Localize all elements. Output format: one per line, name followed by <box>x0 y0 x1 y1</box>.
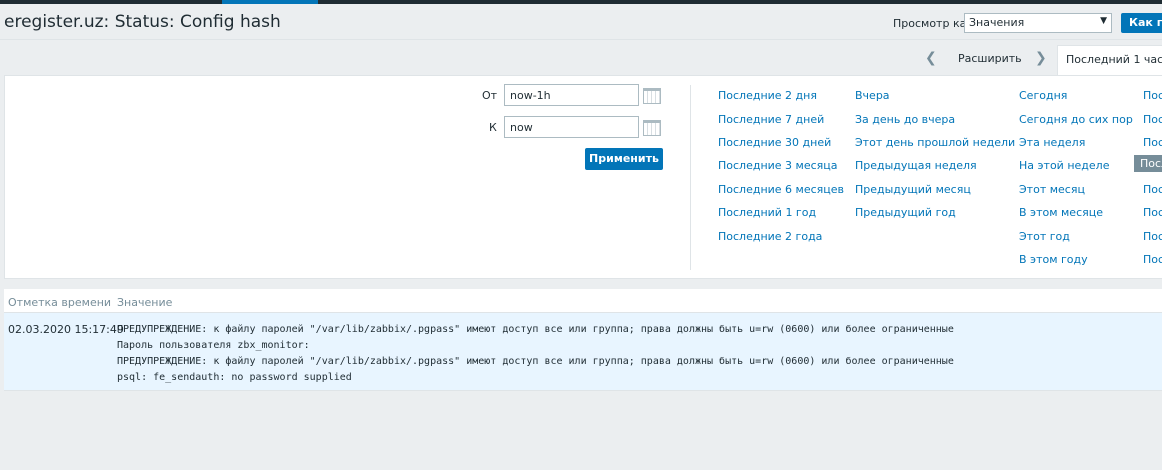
to-label: К <box>489 121 497 134</box>
value-line: ПРЕДУПРЕЖДЕНИЕ: к файлу паролей "/var/li… <box>117 356 954 367</box>
quick-range-link[interactable]: Последние 6 месяцев <box>718 183 844 196</box>
quick-range-link[interactable]: Посл <box>1143 230 1162 243</box>
quick-range-link[interactable]: В этом году <box>1019 253 1088 266</box>
quick-range-link[interactable]: Последний 1 год <box>718 206 816 219</box>
quick-range-link[interactable]: Последние 3 месяца <box>718 159 838 172</box>
chevron-right-icon[interactable]: ❯ <box>1035 50 1047 66</box>
from-label: От <box>482 89 498 102</box>
dropdown-arrow-icon: ▼ <box>1100 16 1107 26</box>
calendar-icon[interactable] <box>643 88 661 104</box>
value-cell: ПРЕДУПРЕЖДЕНИЕ: к файлу паролей "/var/li… <box>117 322 954 386</box>
quick-range-link[interactable]: Посл <box>1143 89 1162 102</box>
header-divider <box>0 39 1162 40</box>
quick-range-link[interactable]: Предыдущая неделя <box>855 159 977 172</box>
value-line: Пароль пользователя zbx_monitor: <box>117 340 310 351</box>
timestamp-cell: 02.03.2020 15:17:49 <box>8 323 124 336</box>
quick-range-link[interactable]: Последние 2 года <box>718 230 822 243</box>
view-as-label: Просмотр как <box>893 17 973 30</box>
quick-range-link[interactable]: Предыдущий год <box>855 206 956 219</box>
quick-range-link-selected[interactable]: Посл <box>1134 155 1162 172</box>
quick-range-link[interactable]: Вчера <box>855 89 890 102</box>
column-header-value: Значение <box>117 296 173 309</box>
chevron-left-icon[interactable]: ❮ <box>925 50 937 66</box>
from-input[interactable] <box>504 84 639 106</box>
time-period-tab[interactable]: Последний 1 час <box>1057 45 1162 76</box>
quick-range-link[interactable]: Последние 7 дней <box>718 113 824 126</box>
page-header: eregister.uz: Status: Config hash Просмо… <box>0 4 1162 40</box>
quick-range-link[interactable]: Посл <box>1143 113 1162 126</box>
quick-range-link[interactable]: Последние 2 дня <box>718 89 817 102</box>
quick-range-link[interactable]: Сегодня до сих пор <box>1019 113 1133 126</box>
zoom-out-button[interactable]: Расширить <box>958 52 1022 65</box>
quick-range-link[interactable]: Этот месяц <box>1019 183 1085 196</box>
quick-range-link[interactable]: Предыдущий месяц <box>855 183 971 196</box>
quick-range-link[interactable]: Сегодня <box>1019 89 1067 102</box>
quick-range-link[interactable]: Посл <box>1143 183 1162 196</box>
column-header-timestamp: Отметка времени <box>8 296 112 309</box>
quick-range-link[interactable]: Посл <box>1143 136 1162 149</box>
table-header: Отметка времени Значение <box>4 289 1162 313</box>
view-as-select[interactable]: Значения ▼ <box>964 13 1112 33</box>
as-graph-button[interactable]: Как график <box>1121 13 1162 33</box>
calendar-icon[interactable] <box>643 120 661 136</box>
quick-range-link[interactable]: Эта неделя <box>1019 136 1085 149</box>
table-row: 02.03.2020 15:17:49 ПРЕДУПРЕЖДЕНИЕ: к фа… <box>4 313 1162 391</box>
page-title: eregister.uz: Status: Config hash <box>4 12 281 32</box>
filter-divider <box>690 85 691 270</box>
quick-range-link[interactable]: Этот год <box>1019 230 1070 243</box>
quick-range-link[interactable]: За день до вчера <box>855 113 955 126</box>
quick-range-link[interactable]: Посл <box>1143 206 1162 219</box>
apply-button[interactable]: Применить <box>585 148 663 170</box>
to-input[interactable] <box>504 116 639 138</box>
quick-range-link[interactable]: Этот день прошлой недели <box>855 136 1015 149</box>
quick-range-link[interactable]: В этом месяце <box>1019 206 1103 219</box>
view-as-select-value: Значения <box>969 16 1025 29</box>
value-line: psql: fe_sendauth: no password supplied <box>117 372 352 383</box>
quick-range-link[interactable]: На этой неделе <box>1019 159 1109 172</box>
value-line: ПРЕДУПРЕЖДЕНИЕ: к файлу паролей "/var/li… <box>117 324 954 335</box>
quick-range-link[interactable]: Посл <box>1143 253 1162 266</box>
quick-range-link[interactable]: Последние 30 дней <box>718 136 831 149</box>
